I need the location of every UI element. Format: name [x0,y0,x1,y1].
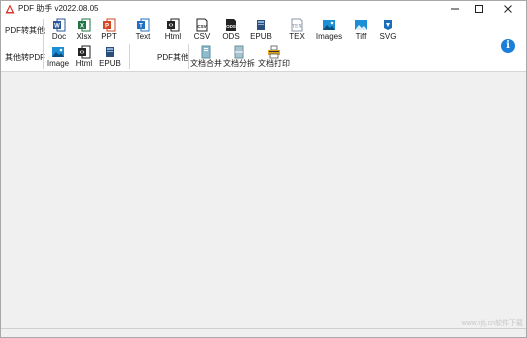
merge-icon [201,45,211,59]
merge-documents-button[interactable]: 文档合并 [190,44,222,70]
minimize-button[interactable] [443,1,467,17]
toolbar: PDF转其他 其他转PDF PDF其他 W Doc X Xlsx P PPT T… [1,17,526,72]
app-logo-icon [5,4,15,14]
app-window: PDF 助手 v2022.08.05 PDF转其他 其他转PDF PDF其他 W… [0,0,527,338]
split-documents-button[interactable]: 文档分拆 [223,44,255,70]
svg-text:W: W [54,24,60,30]
convert-to-svg-button[interactable]: SVG [373,17,403,43]
text-icon: T [137,18,150,32]
epub-icon [257,20,265,30]
excel-icon: X [78,18,91,32]
image-icon [52,47,64,57]
svg-text:CSV: CSV [197,24,206,29]
info-button[interactable]: i [501,39,515,53]
csv-icon: CSV [196,18,208,32]
svg-icon [384,20,392,30]
powerpoint-icon: P [103,18,116,32]
ods-icon: ODS [226,19,236,31]
status-bar [1,328,526,337]
tiff-icon [355,20,367,30]
svg-text:TEX: TEX [292,25,302,30]
window-title: PDF 助手 v2022.08.05 [18,4,99,13]
close-button[interactable] [496,1,520,17]
convert-to-ppt-button[interactable]: P PPT [94,17,124,43]
title-bar[interactable]: PDF 助手 v2022.08.05 [1,1,526,17]
print-icon [268,45,280,59]
svg-text:P: P [105,24,109,30]
main-content-area[interactable] [1,72,526,328]
epub-icon [106,47,114,57]
image-icon [323,20,335,30]
minimize-icon [451,8,459,10]
split-icon [234,45,244,59]
maximize-icon [475,5,483,13]
maximize-button[interactable] [467,1,491,17]
svg-text:T: T [139,24,143,30]
html-icon [167,18,180,32]
tool-label: SVG [379,32,397,41]
info-icon: i [506,40,510,51]
epub-to-pdf-button[interactable]: EPUB [95,44,125,70]
tex-icon: TEX [291,18,303,32]
word-icon: W [53,18,66,32]
tool-label: EPUB [99,59,121,68]
watermark: www.rjtj.cn软件下载 [461,320,523,327]
convert-to-epub-button[interactable]: EPUB [246,17,276,43]
html-icon [78,45,91,59]
svg-text:X: X [80,24,84,30]
tool-label: 文档打印 [258,59,290,68]
print-documents-button[interactable]: 文档打印 [258,44,290,70]
svg-text:ODS: ODS [226,24,236,29]
close-icon [504,5,512,13]
